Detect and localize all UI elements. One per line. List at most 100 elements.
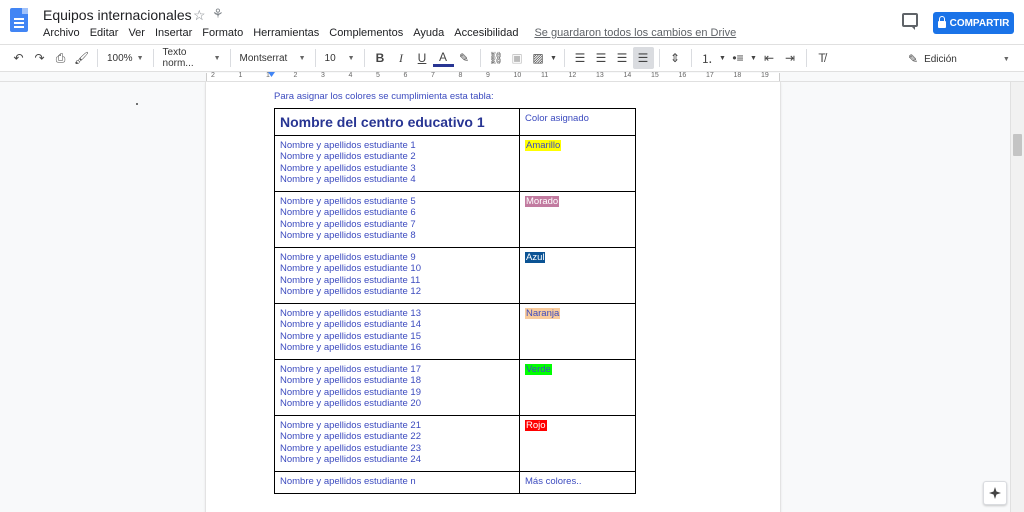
saved-status-link[interactable]: Se guardaron todos los cambios en Drive	[534, 27, 736, 43]
ruler-number: 16	[678, 72, 687, 79]
menu-item-insertar[interactable]: Insertar	[155, 27, 192, 43]
dropdown-arrow-icon[interactable]: ▼	[718, 47, 728, 69]
undo-icon[interactable]: ↶	[8, 47, 29, 69]
table-cell[interactable]: Más colores..	[519, 471, 636, 494]
color-label: Verde	[525, 364, 552, 375]
move-to-folder-icon[interactable]: ⚘	[212, 6, 224, 22]
bold-icon[interactable]: B	[370, 47, 391, 69]
color-assignment-table[interactable]: Nombre del centro educativo 1 Color asig…	[274, 108, 636, 494]
table-cell[interactable]: Verde	[519, 359, 636, 416]
comment-history-icon[interactable]	[902, 13, 918, 30]
style-select[interactable]: Texto norm... ▼	[159, 47, 225, 69]
menu-item-complementos[interactable]: Complementos	[329, 27, 403, 43]
table-cell[interactable]: Nombre y apellidos estudiante 5 Nombre y …	[274, 191, 520, 248]
menu-item-editar[interactable]: Editar	[90, 27, 119, 43]
table-cell[interactable]: Nombre y apellidos estudiante 1 Nombre y …	[274, 135, 520, 192]
menu-item-ayuda[interactable]: Ayuda	[413, 27, 444, 43]
italic-icon[interactable]: I	[391, 47, 412, 69]
font-value: Montserrat	[239, 52, 288, 64]
bulleted-list-icon[interactable]: •≡	[728, 47, 749, 69]
lock-icon	[937, 16, 946, 28]
toolbar-divider	[479, 49, 481, 67]
ruler-number: 3	[321, 72, 325, 79]
table-cell[interactable]: Nombre del centro educativo 1	[274, 108, 520, 136]
text-color-icon[interactable]: A	[432, 49, 454, 67]
numbered-list-icon[interactable]: ⒈	[697, 47, 718, 69]
line-spacing-icon[interactable]: ⇕	[665, 47, 686, 69]
more-colors-label: Más colores..	[525, 476, 582, 487]
document-title[interactable]: Equipos internacionales	[43, 7, 192, 23]
insert-comment-icon[interactable]: ▣	[507, 47, 528, 69]
dropdown-arrow-icon[interactable]: ▼	[549, 47, 559, 69]
dropdown-arrow-icon: ▼	[213, 54, 221, 62]
table-cell[interactable]: Azul	[519, 247, 636, 304]
student-name: Nombre y apellidos estudiante 5	[280, 196, 416, 207]
highlight-color-icon[interactable]: ✎	[454, 47, 475, 69]
align-center-icon[interactable]: ☰	[591, 47, 612, 69]
table-row: Nombre y apellidos estudiante n Más color…	[274, 471, 636, 494]
table-cell[interactable]: Rojo	[519, 415, 636, 472]
table-cell[interactable]: Nombre y apellidos estudiante 13 Nombre y…	[274, 303, 520, 360]
table-cell[interactable]: Nombre y apellidos estudiante n	[274, 471, 520, 494]
document-page[interactable]: Para asignar los colores se cumplimienta…	[206, 82, 780, 512]
insert-image-icon[interactable]: ▨	[528, 47, 549, 69]
align-justify-icon[interactable]: ☰	[632, 47, 654, 69]
ruler-number: 1	[238, 72, 243, 79]
scrollbar-thumb[interactable]	[1013, 134, 1022, 156]
share-button[interactable]: COMPARTIR	[933, 12, 1014, 34]
docs-logo-icon[interactable]	[10, 8, 28, 32]
paint-format-icon[interactable]: 🖌	[71, 47, 92, 69]
pencil-icon: ✎	[908, 52, 919, 66]
color-label: Azul	[525, 252, 546, 263]
menu-item-formato[interactable]: Formato	[202, 27, 243, 43]
table-row: Nombre y apellidos estudiante 1 Nombre y …	[274, 135, 636, 192]
table-cell[interactable]: Nombre y apellidos estudiante 21 Nombre y…	[274, 415, 520, 472]
dropdown-arrow-icon[interactable]: ▼	[749, 47, 759, 69]
menu-item-accesibilidad[interactable]: Accesibilidad	[454, 27, 518, 43]
increase-indent-icon[interactable]: ⇥	[780, 47, 801, 69]
underline-icon[interactable]: U	[412, 47, 433, 69]
toolbar-divider	[690, 49, 692, 67]
student-name: Nombre y apellidos estudiante 8	[280, 229, 416, 241]
decrease-indent-icon[interactable]: ⇤	[759, 47, 780, 69]
print-icon[interactable]: ⎙	[50, 47, 71, 69]
explore-button[interactable]	[983, 481, 1007, 505]
ruler-number: 8	[458, 72, 463, 79]
ruler-number: 7	[431, 72, 435, 79]
color-label: Amarillo	[525, 140, 562, 151]
align-left-icon[interactable]: ☰	[570, 47, 591, 69]
table-cell[interactable]: Nombre y apellidos estudiante 17 Nombre y…	[274, 359, 520, 416]
table-cell[interactable]: Naranja	[519, 303, 636, 360]
cursor-dot	[136, 103, 138, 105]
ruler-number: 19	[761, 72, 769, 79]
table-cell[interactable]: Nombre y apellidos estudiante 9 Nombre y …	[274, 247, 520, 304]
menu-item-herramientas[interactable]: Herramientas	[253, 27, 319, 43]
vertical-scrollbar[interactable]	[1010, 82, 1024, 512]
menu-item-archivo[interactable]: Archivo	[43, 27, 80, 43]
editing-mode-select[interactable]: ✎ Edición ▼	[908, 48, 1010, 70]
student-name: Nombre y apellidos estudiante 1	[280, 140, 416, 151]
intro-paragraph[interactable]: Para asignar los colores se cumplimienta…	[274, 91, 494, 102]
ruler[interactable]: 2 1 1 2 3 4 5 6 7 8 9 10 11 12 13 14 15 16 17 18 19	[0, 72, 1024, 82]
insert-link-icon[interactable]: ⛓	[486, 47, 507, 69]
menu-item-ver[interactable]: Ver	[128, 27, 145, 43]
toolbar-divider	[152, 49, 154, 67]
font-select[interactable]: Montserrat ▼	[236, 47, 310, 69]
align-right-icon[interactable]: ☰	[612, 47, 633, 69]
color-label: Naranja	[525, 308, 561, 319]
student-name: Nombre y apellidos estudiante n	[280, 476, 416, 487]
clear-formatting-icon[interactable]: T̸	[812, 47, 833, 69]
table-cell[interactable]: Color asignado	[519, 108, 636, 136]
toolbar-divider	[363, 49, 365, 67]
redo-icon[interactable]: ↷	[29, 47, 50, 69]
zoom-select[interactable]: 100% ▼	[103, 47, 148, 69]
ruler-number: 18	[733, 72, 742, 79]
table-row: Nombre y apellidos estudiante 5 Nombre y …	[274, 191, 636, 248]
docs-app: Equipos internacionales ☆ ⚘ Archivo Edita…	[0, 0, 1024, 512]
table-cell[interactable]: Amarillo	[519, 135, 636, 192]
table-row: Nombre y apellidos estudiante 13 Nombre y…	[274, 303, 636, 360]
star-icon[interactable]: ☆	[193, 7, 206, 24]
table-cell[interactable]: Morado	[519, 191, 636, 248]
font-size-select[interactable]: 10 ▼	[321, 47, 359, 69]
student-name: Nombre y apellidos estudiante 14	[280, 319, 422, 331]
